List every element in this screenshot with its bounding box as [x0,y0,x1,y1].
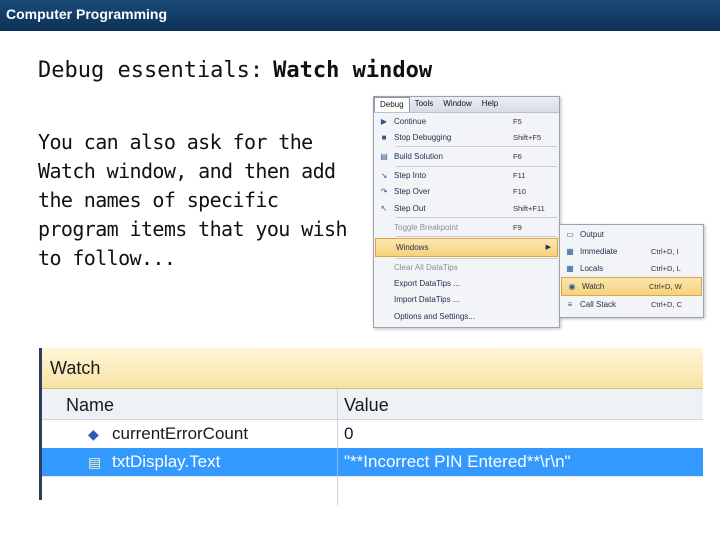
watch-value-cell[interactable]: "**Incorrect PIN Entered**\r\n" [338,448,703,476]
menu-item-shortcut: Ctrl+D, L [651,263,681,273]
debug-menu-item-continue[interactable]: ▶ Continue F5 [374,113,559,129]
menu-item-label: Build Solution [394,151,443,161]
slide-title: Debug essentials: Watch window [38,58,432,83]
menu-item-label: Options and Settings... [394,311,475,321]
watch-item-value: "**Incorrect PIN Entered**\r\n" [344,452,571,471]
locals-icon: ▦ [566,263,574,273]
debug-menu-item-step-over[interactable]: ↷ Step Over F10 [374,184,559,200]
menu-help[interactable]: Help [477,97,503,112]
step-out-icon: ↖ [380,203,388,213]
immediate-icon: ▦ [566,246,574,256]
stop-icon: ■ [381,132,387,142]
debug-menu-item-step-out[interactable]: ↖ Step Out Shift+F11 [374,200,559,216]
column-header-value[interactable]: Value [338,389,703,419]
menu-item-shortcut: Ctrl+D, C [651,300,683,310]
debug-menu-item-windows[interactable]: Windows ▶ [375,238,558,257]
field-icon: ◆ [88,425,99,442]
debug-menu-item-clear-all-datatips[interactable]: Clear All DataTips [374,260,559,276]
menu-debug[interactable]: Debug [374,97,410,112]
step-into-icon: ↘ [380,171,388,181]
menu-bar: Debug Tools Window Help [374,97,559,113]
watch-item-name: txtDisplay.Text [112,452,221,471]
watch-column-headers: Name Value [42,389,703,420]
menu-item-label: Toggle Breakpoint [394,222,459,232]
debug-menu-items: ▶ Continue F5 ■ Stop Debugging Shift+F5 ▤ Build… [374,113,559,324]
output-icon: ▭ [566,229,574,239]
slide-body-text: You can also ask for the Watch window, a… [38,130,348,270]
watch-name-cell[interactable]: ▤ txtDisplay.Text [42,448,338,476]
menu-separator [396,257,557,259]
windows-submenu-item-watch[interactable]: ◉ Watch Ctrl+D, W [561,276,702,296]
menu-item-label: Step Into [394,171,427,181]
watch-rows: ◆ currentErrorCount 0 ▤ txtDisplay.Text "**In… [42,420,703,476]
windows-submenu-item-output[interactable]: ▭ Output [560,225,703,242]
debug-menu-item-export-datatips[interactable]: Export DataTips ... [374,276,559,292]
header-bar: Computer Programming [0,0,720,31]
column-header-name[interactable]: Name [42,389,338,419]
watch-icon: ◉ [568,282,576,292]
menu-item-shortcut: Shift+F5 [513,132,542,142]
menu-separator [396,165,557,167]
watch-window: Watch Name Value ◆ currentErrorCount 0 ▤ txt… [39,348,703,505]
menu-item-label: Step Over [394,187,431,197]
step-over-icon: ↷ [380,187,388,197]
debug-menu-item-import-datatips[interactable]: Import DataTips ... [374,292,559,308]
debug-menu-item-stop-debugging[interactable]: ■ Stop Debugging Shift+F5 [374,129,559,145]
debug-menu-item-step-into[interactable]: ↘ Step Into F11 [374,168,559,184]
menu-item-shortcut: F9 [513,222,522,232]
menu-item-label: Stop Debugging [394,132,452,142]
submenu-arrow-icon: ▶ [545,244,551,252]
menu-item-shortcut: Shift+F11 [513,203,545,213]
play-icon: ▶ [380,116,388,126]
menu-item-label: Step Out [394,203,426,213]
menu-separator [396,146,557,148]
watch-value-cell[interactable]: 0 [338,420,703,448]
menu-item-label: Output [580,229,605,239]
menu-item-label: Windows [396,242,429,252]
menu-item-label: Continue [394,116,427,126]
debug-menu-item-options-and-settings[interactable]: Options and Settings... [374,308,559,324]
menu-item-label: Watch [582,282,605,292]
course-title: Computer Programming [6,6,168,22]
call-stack-icon: ≡ [567,300,573,310]
menu-item-label: Immediate [580,246,618,256]
debug-menu: Debug Tools Window Help ▶ Continue F5 ■ Stop… [373,96,560,328]
windows-submenu: ▭ Output ▦ Immediate Ctrl+D, I ▦ Locals Ctrl+D,… [559,224,704,318]
menu-item-shortcut: F5 [513,116,522,126]
menu-item-label: Call Stack [580,300,617,310]
menu-item-label: Export DataTips ... [394,279,460,289]
menu-tools[interactable]: Tools [410,97,439,112]
menu-item-shortcut: Ctrl+D, W [649,282,682,292]
menu-separator [396,236,557,238]
menu-item-label: Locals [580,263,604,273]
watch-window-title: Watch [42,348,703,389]
menu-item-label: Clear All DataTips [394,263,458,273]
debug-menu-item-build-solution[interactable]: ▤ Build Solution F6 [374,148,559,164]
watch-item-name: currentErrorCount [112,424,249,443]
watch-name-cell[interactable]: ◆ currentErrorCount [42,420,338,448]
windows-submenu-items: ▭ Output ▦ Immediate Ctrl+D, I ▦ Locals Ctrl+D,… [560,225,703,313]
menu-item-shortcut: Ctrl+D, I [651,246,679,256]
menu-window[interactable]: Window [438,97,476,112]
windows-submenu-item-locals[interactable]: ▦ Locals Ctrl+D, L [560,259,703,276]
menu-item-shortcut: F6 [513,151,522,161]
menu-item-shortcut: F11 [513,171,526,181]
watch-row-empty[interactable] [42,476,703,505]
menu-separator [396,217,557,219]
watch-item-value: 0 [344,424,354,443]
property-icon: ▤ [88,453,102,470]
debug-menu-item-toggle-breakpoint[interactable]: Toggle Breakpoint F9 [374,219,559,235]
build-icon: ▤ [380,151,388,161]
watch-empty-value-cell [338,477,703,505]
watch-row[interactable]: ◆ currentErrorCount 0 [42,420,703,448]
menu-item-label: Import DataTips ... [394,295,460,305]
slide-title-part2: Watch window [273,58,433,83]
slide-title-part1: Debug essentials: [38,58,264,83]
watch-row[interactable]: ▤ txtDisplay.Text "**Incorrect PIN Entered… [42,448,703,476]
watch-empty-name-cell[interactable] [42,477,338,505]
windows-submenu-item-call-stack[interactable]: ≡ Call Stack Ctrl+D, C [560,296,703,313]
windows-submenu-item-immediate[interactable]: ▦ Immediate Ctrl+D, I [560,242,703,259]
menu-item-shortcut: F10 [513,187,526,197]
